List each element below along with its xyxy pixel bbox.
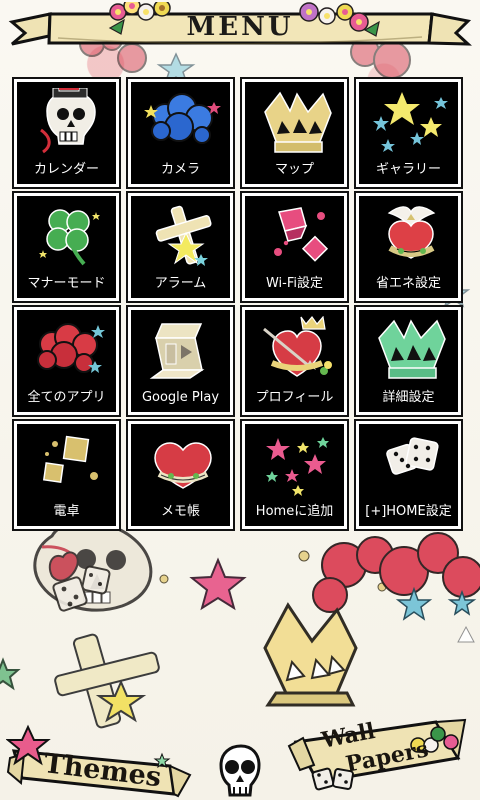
red-roses-icon [37, 323, 105, 373]
skull-top-hat-icon [40, 88, 96, 154]
tile-label: Google Play [141, 390, 220, 405]
dice-icon [386, 437, 439, 475]
tile-label: [+]HOME設定 [365, 504, 452, 519]
tile-profile[interactable]: プロフィール [242, 307, 347, 415]
tile-label: アラーム [154, 276, 207, 291]
tile-manner-mode[interactable]: マナーモード [14, 193, 119, 301]
tile-label: マップ [274, 162, 314, 177]
wallpapers-button[interactable]: Wall Papers [286, 714, 474, 800]
tile-label: カメラ [160, 162, 200, 177]
tile-label: Homeに追加 [255, 504, 334, 519]
neon-stars-icon [266, 437, 329, 496]
tile-label: ギャラリー [375, 162, 441, 177]
tile-detailed-settings[interactable]: 詳細設定 [356, 307, 461, 415]
green-crown-icon [378, 319, 446, 379]
tile-label: メモ帳 [160, 504, 200, 519]
tile-calculator[interactable]: 電卓 [14, 421, 119, 529]
pink-gems-icon [274, 207, 329, 262]
home-menu-screen: MENU カレンダー カメラ マップ ギャラリー マナーモード アラーム Wi-… [0, 0, 480, 800]
tile-label: 詳細設定 [382, 390, 435, 405]
tile-calendar[interactable]: カレンダー [14, 79, 119, 187]
app-grid: カレンダー カメラ マップ ギャラリー マナーモード アラーム Wi-Fi設定 … [14, 79, 466, 531]
tile-gallery[interactable]: ギャラリー [356, 79, 461, 187]
gold-gems-icon [42, 435, 98, 484]
blue-roses-icon [144, 93, 221, 144]
tile-label: カレンダー [33, 162, 99, 177]
gold-crown-icon [264, 91, 332, 153]
skull-icon [219, 744, 261, 797]
bird-heart-icon [387, 206, 436, 259]
tile-all-apps[interactable]: 全てのアプリ [14, 307, 119, 415]
tile-label: プロフィール [255, 390, 334, 405]
tile-home-settings[interactable]: [+]HOME設定 [356, 421, 461, 529]
tile-label: Wi-Fi設定 [265, 276, 323, 291]
tile-camera[interactable]: カメラ [128, 79, 233, 187]
themes-button[interactable]: Themes [5, 714, 196, 800]
tile-google-play[interactable]: Google Play [128, 307, 233, 415]
tile-alarm[interactable]: アラーム [128, 193, 233, 301]
heart-crown-icon [263, 316, 332, 377]
tile-label: 全てのアプリ [27, 390, 106, 405]
tile-map[interactable]: マップ [242, 79, 347, 187]
clover-icon [39, 209, 100, 266]
dream-heart-icon [154, 442, 212, 489]
stars-icon [373, 92, 448, 152]
tile-wifi-settings[interactable]: Wi-Fi設定 [242, 193, 347, 301]
tile-label: 省エネ設定 [375, 276, 441, 291]
tile-label: マナーモード [27, 276, 106, 291]
play-ribbon-icon [149, 323, 205, 379]
tile-label: 電卓 [53, 504, 80, 519]
tile-memo-pad[interactable]: メモ帳 [128, 421, 233, 529]
cross-star-icon [155, 205, 212, 266]
tile-add-home[interactable]: Homeに追加 [242, 421, 347, 529]
menu-banner: MENU [4, 0, 476, 60]
menu-title: MENU [186, 12, 294, 42]
tile-power-saving-settings[interactable]: 省エネ設定 [356, 193, 461, 301]
